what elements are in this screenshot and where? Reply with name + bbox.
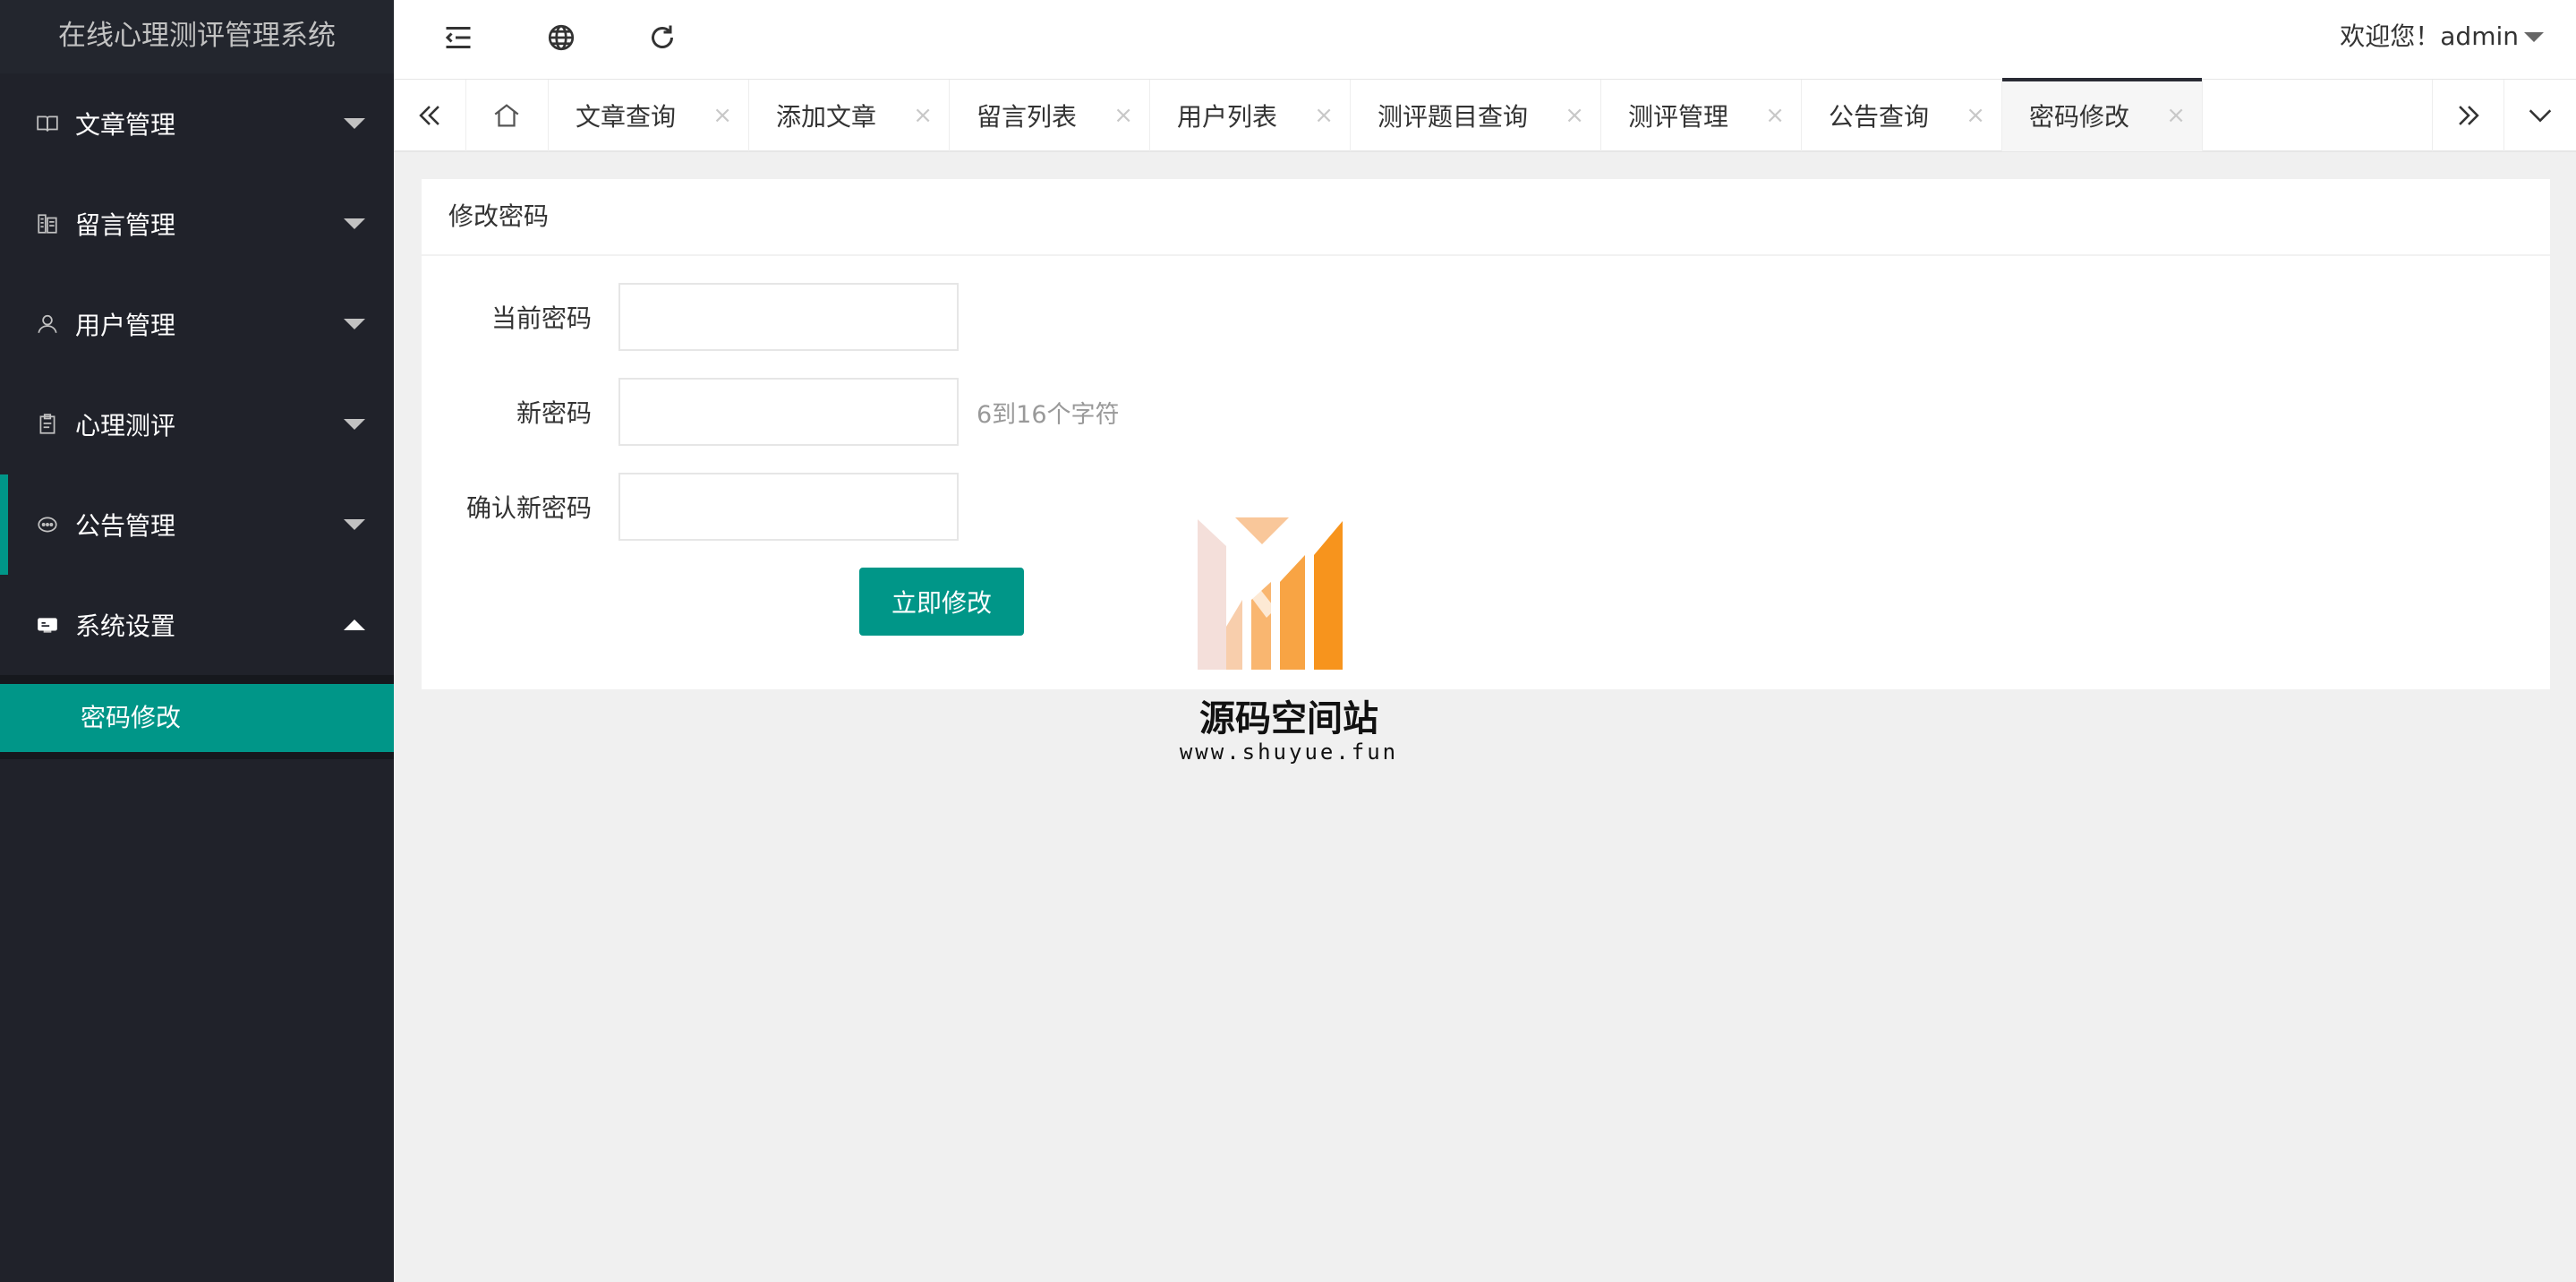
tabs-menu-button[interactable] [2503,80,2576,151]
tab-label: 添加文章 [776,102,877,132]
tab-label: 公告查询 [1829,102,1930,132]
tab-home[interactable] [465,80,549,151]
tab-label: 测评题目查询 [1378,102,1529,132]
sidebar-item-messages[interactable]: 留言管理 [0,174,394,274]
chevron-down-icon[interactable] [2524,32,2544,42]
watermark-title: 源码空间站 [1199,698,1378,739]
confirm-password-label: 确认新密码 [465,493,592,523]
chevron-down-icon [344,519,365,530]
current-password-input[interactable] [618,283,959,351]
close-icon[interactable]: × [1113,103,1133,128]
globe-icon[interactable] [543,20,579,56]
close-icon[interactable]: × [1765,103,1785,128]
chevron-down-icon [344,419,365,430]
close-icon[interactable]: × [1314,103,1334,128]
card-title: 修改密码 [422,179,2550,256]
tab-assessment-manage[interactable]: 测评管理 × [1601,80,1802,151]
sidebar-item-announcements[interactable]: 公告管理 [0,474,394,575]
submit-button[interactable]: 立即修改 [859,568,1024,636]
tab-user-list[interactable]: 用户列表 × [1150,80,1351,151]
sidebar-item-assessment[interactable]: 心理测评 [0,374,394,474]
close-icon[interactable]: × [1966,103,1985,128]
change-password-card: 修改密码 当前密码 新密码 6到16个字符 确认新密码 立即修改 [422,179,2550,689]
tab-add-article[interactable]: 添加文章 × [749,80,950,151]
sidebar-item-label: 留言管理 [75,210,176,240]
chevron-up-icon [344,620,365,630]
close-icon[interactable]: × [712,103,732,128]
sidebar-subitem-change-password[interactable]: 密码修改 [0,684,394,752]
tab-announcement-query[interactable]: 公告查询 × [1802,80,2002,151]
announcement-icon [36,513,59,536]
chevron-down-icon [2529,109,2552,123]
tab-label: 密码修改 [2029,102,2130,132]
form-row-confirm-password: 确认新密码 [422,473,959,541]
sidebar-item-label: 文章管理 [75,110,176,140]
home-icon [494,104,519,127]
double-chevron-left-icon [419,106,439,125]
tab-label: 用户列表 [1177,102,1278,132]
close-icon[interactable]: × [2166,103,2186,128]
new-password-input[interactable] [618,378,959,446]
chevron-down-icon [344,218,365,229]
tab-article-query[interactable]: 文章查询 × [549,80,749,151]
sidebar-item-settings[interactable]: 系统设置 [0,575,394,675]
book-icon [36,112,59,135]
tab-message-list[interactable]: 留言列表 × [950,80,1150,151]
settings-icon [36,613,59,637]
sidebar: 在线心理测评管理系统 文章管理 留言管理 用户管理 心理测评 公告管理 系统设置… [0,0,394,1282]
app-title: 在线心理测评管理系统 [0,0,394,73]
close-icon[interactable]: × [1565,103,1584,128]
sidebar-item-label: 系统设置 [75,611,176,641]
sidebar-item-label: 心理测评 [75,411,176,440]
form-row-new-password: 新密码 6到16个字符 [422,378,1120,446]
sidebar-item-label: 用户管理 [75,311,176,340]
form-row-current-password: 当前密码 [422,283,959,351]
clipboard-icon [36,413,59,436]
tab-list: 文章查询 × 添加文章 × 留言列表 × 用户列表 × 测评题目查询 × 测评管… [549,78,2203,151]
current-password-label: 当前密码 [490,303,592,333]
sidebar-item-articles[interactable]: 文章管理 [0,73,394,174]
message-icon [36,212,59,235]
confirm-password-input[interactable] [618,473,959,541]
tab-question-query[interactable]: 测评题目查询 × [1351,80,1601,151]
tabs-scroll-right-button[interactable] [2432,80,2504,151]
watermark-logo [1198,517,1343,670]
user-welcome[interactable]: 欢迎您！admin [2340,0,2519,73]
refresh-icon[interactable] [644,20,680,56]
close-icon[interactable]: × [913,103,933,128]
new-password-hint: 6到16个字符 [977,400,1120,429]
sidebar-item-users[interactable]: 用户管理 [0,274,394,374]
watermark-url: www.shuyue.fun [1179,739,1399,765]
menu-fold-icon[interactable] [440,20,476,56]
page-tabs: 文章查询 × 添加文章 × 留言列表 × 用户列表 × 测评题目查询 × 测评管… [394,78,2576,152]
tabs-scroll-left-button[interactable] [394,80,466,151]
top-header: 欢迎您！admin [394,0,2576,79]
tab-label: 留言列表 [977,102,1078,132]
tab-change-password[interactable]: 密码修改 × [2002,78,2203,151]
sidebar-item-label: 公告管理 [75,511,176,541]
tab-label: 文章查询 [576,102,677,132]
sidebar-subnav: 密码修改 [0,675,394,759]
double-chevron-right-icon [2459,106,2479,125]
new-password-label: 新密码 [516,398,592,428]
chevron-down-icon [344,118,365,129]
user-icon [36,312,59,336]
tab-label: 测评管理 [1628,102,1729,132]
chevron-down-icon [344,319,365,329]
